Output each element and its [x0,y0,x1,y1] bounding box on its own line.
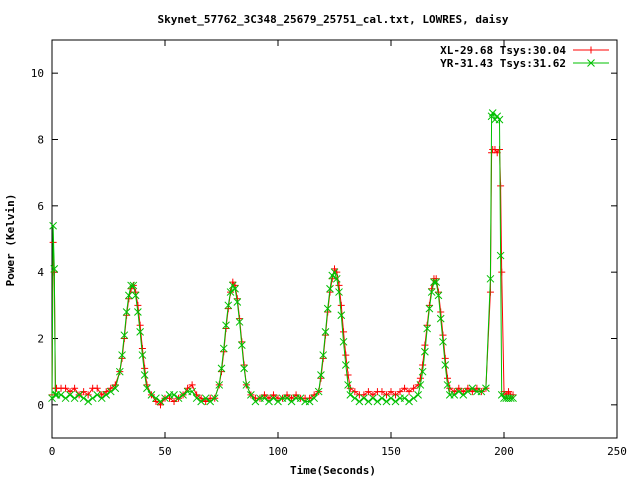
y-axis-label: Power (Kelvin) [4,194,17,287]
y-tick-label: 6 [37,200,44,213]
x-tick-label: 200 [494,445,514,458]
y-tick-label: 10 [31,67,44,80]
chart: Skynet_57762_3C348_25679_25751_cal.txt, … [0,0,640,480]
chart-title: Skynet_57762_3C348_25679_25751_cal.txt, … [158,13,509,26]
legend-label: XL-29.68 Tsys:30.04 [440,44,566,57]
x-tick-label: 150 [381,445,401,458]
y-tick-label: 2 [37,333,44,346]
y-tick-label: 4 [37,266,44,279]
chart-background [0,0,640,480]
x-tick-label: 250 [607,445,627,458]
x-tick-label: 0 [49,445,56,458]
x-tick-label: 50 [158,445,171,458]
x-axis-label: Time(Seconds) [290,464,376,477]
y-tick-label: 8 [37,134,44,147]
x-tick-label: 100 [268,445,288,458]
y-tick-label: 0 [37,399,44,412]
legend-label: YR-31.43 Tsys:31.62 [440,57,566,70]
